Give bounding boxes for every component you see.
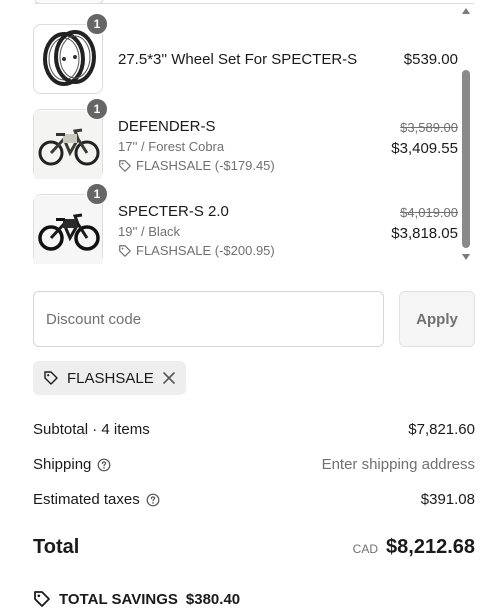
taxes-row: Estimated taxes $391.08 [33,491,475,508]
discount-label: FLASHSALE (-$179.45) [136,158,275,173]
savings-value: $380.40 [185,590,241,608]
ebike-image [34,196,102,264]
total-savings: TOTAL SAVINGS $380.40 [33,590,240,608]
tag-icon [119,244,131,257]
apply-discount-button[interactable]: Apply [399,291,475,347]
applied-code-label: FLASHSALE [67,369,154,387]
product-name: DEFENDER-S [118,118,216,135]
chevron-up-icon[interactable] [462,8,470,14]
scrollbar[interactable] [459,2,473,266]
wheel-set-image [43,30,96,86]
currency-code: CAD [352,542,379,556]
quantity-badge: 1 [86,13,108,35]
tag-icon [43,370,59,386]
applied-discount-chip: FLASHSALE [33,361,186,395]
total-amount: CAD $8,212.68 [353,536,475,559]
product-thumbnail [33,194,103,264]
cart-line-item: 1 27.5*3'' Wheel Set For SPECTER-S $539.… [0,13,460,96]
savings-label: TOTAL SAVINGS [59,590,178,608]
shipping-label-wrap: Shipping [33,456,111,473]
help-circle-icon[interactable] [146,493,160,507]
product-variant: 19'' / Black [118,224,181,239]
discount-label: FLASHSALE (-$200.95) [136,243,275,258]
applied-discount: FLASHSALE (-$179.45) [118,158,275,173]
product-name: SPECTER-S 2.0 [118,203,229,220]
shipping-label: Shipping [33,456,92,473]
product-thumbnail [33,109,103,179]
total-value: $8,212.68 [386,536,475,558]
taxes-label-wrap: Estimated taxes [33,491,160,508]
total-row: Total CAD $8,212.68 [33,536,475,559]
applied-discount: FLASHSALE (-$200.95) [118,243,275,258]
cart-line-item: 1 DEFENDER-S 17'' / Forest Cobra FLASHSA… [0,98,460,181]
help-circle-icon[interactable] [97,458,111,472]
subtotal-label: Subtotal · 4 items [33,421,150,438]
shipping-row: Shipping Enter shipping address [33,456,475,473]
product-name: 27.5*3'' Wheel Set For SPECTER-S [118,51,358,68]
original-price: $4,019.00 [400,205,458,220]
taxes-value: $391.08 [420,491,475,508]
product-price: $539.00 [403,51,458,68]
product-price: $3,409.55 [391,140,458,157]
subtotal-row: Subtotal · 4 items $7,821.60 [33,421,475,438]
product-variant: 17'' / Forest Cobra [118,139,225,154]
subtotal-value: $7,821.60 [408,421,475,438]
total-label: Total [33,536,80,558]
tag-icon [34,591,50,607]
chevron-down-icon[interactable] [462,254,470,260]
close-icon[interactable] [162,371,176,385]
quantity-badge: 1 [86,98,108,120]
shipping-value: Enter shipping address [321,456,475,473]
product-price: $3,818.05 [391,225,458,242]
cart-items-list[interactable]: 1 27.5*3'' Wheel Set For SPECTER-S $539.… [0,0,500,268]
original-price: $3,589.00 [400,120,458,135]
ebike-image [34,111,102,179]
divider [34,3,474,4]
cart-line-item: 1 SPECTER-S 2.0 19'' / Black FLASHSALE (… [0,183,460,266]
tag-icon [119,159,131,172]
scrollbar-thumb[interactable] [462,70,470,248]
discount-code-input[interactable] [33,291,384,347]
taxes-label: Estimated taxes [33,491,140,508]
product-thumbnail [33,24,103,94]
quantity-badge: 1 [86,183,108,205]
